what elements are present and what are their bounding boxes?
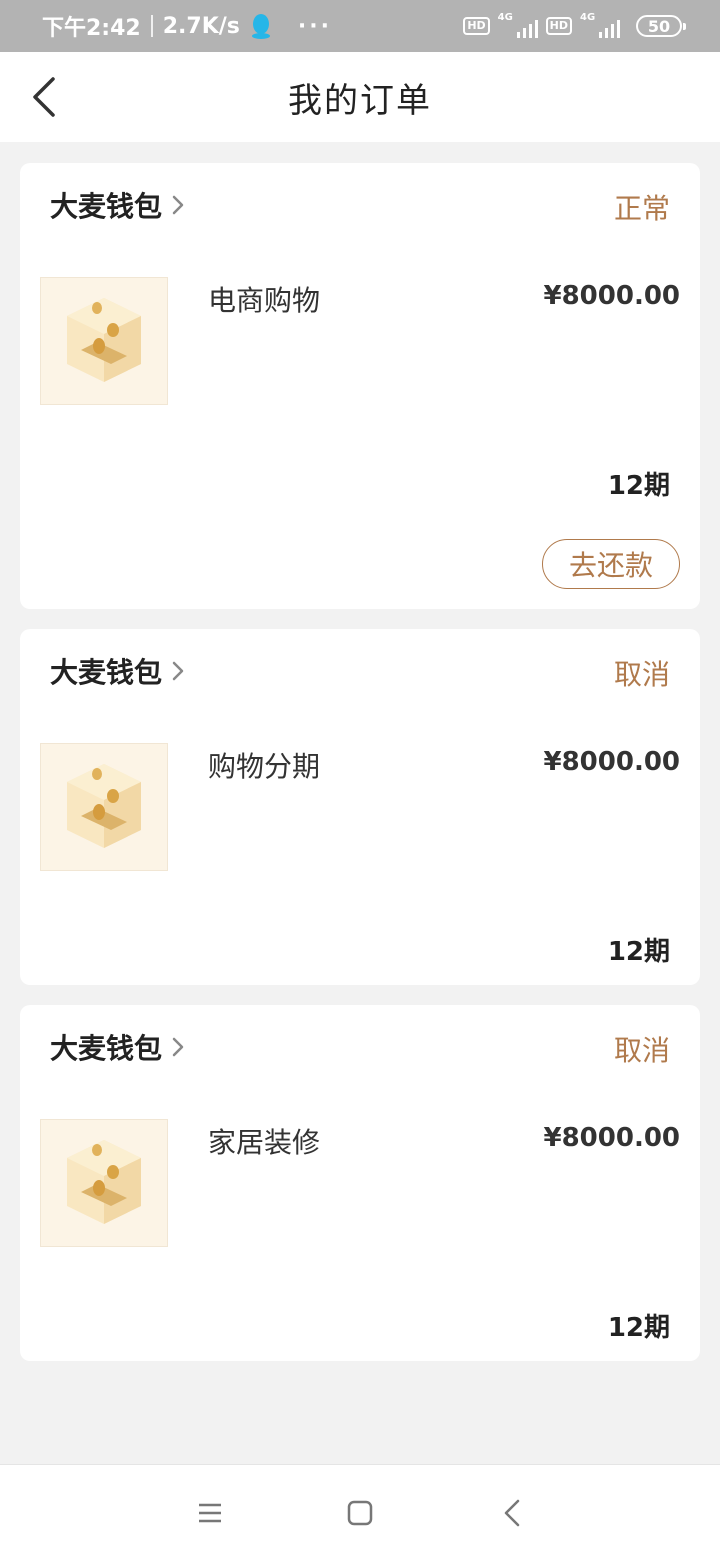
merchant-link[interactable]: 大麦钱包 xyxy=(50,185,184,225)
merchant-link[interactable]: 大麦钱包 xyxy=(50,651,184,691)
coin-box-icon xyxy=(67,298,141,382)
qq-icon xyxy=(250,13,272,39)
merchant-name: 大麦钱包 xyxy=(50,656,163,689)
battery-icon: 50 xyxy=(636,15,686,37)
repay-button[interactable]: 去还款 xyxy=(542,539,680,589)
merchant-link[interactable]: 大麦钱包 xyxy=(50,1027,184,1067)
signal-label-2: 4G xyxy=(580,12,596,23)
signal-label-1: 4G xyxy=(497,12,513,23)
hd-badge-2: HD xyxy=(545,17,572,35)
chevron-left-icon xyxy=(33,77,55,117)
chevron-right-icon xyxy=(172,1037,184,1057)
installment-period: 12期 xyxy=(607,471,670,501)
merchant-name: 大麦钱包 xyxy=(50,190,163,223)
order-card[interactable]: 大麦钱包 取消 家居装修 ¥8000.00 12期 xyxy=(20,1005,700,1361)
order-card[interactable]: 大麦钱包 正常 电商购物 ¥8000.00 12期 去还款 xyxy=(20,163,700,609)
order-status: 正常 xyxy=(613,192,670,225)
order-price: ¥8000.00 xyxy=(543,1123,680,1153)
back-icon xyxy=(504,1499,520,1527)
installment-period: 12期 xyxy=(607,937,670,967)
nav-home-button[interactable] xyxy=(338,1491,382,1535)
network-speed: 2.7K/s xyxy=(162,13,240,39)
back-button[interactable] xyxy=(24,74,64,120)
system-nav-bar xyxy=(0,1464,720,1560)
product-thumbnail xyxy=(40,743,168,871)
status-bar: 下午2:42 2.7K/s ··· HD 4G HD 4G 50 xyxy=(0,0,720,52)
installment-period: 12期 xyxy=(607,1313,670,1343)
menu-icon xyxy=(199,1503,221,1523)
page-header: 我的订单 xyxy=(0,52,720,142)
page-title: 我的订单 xyxy=(288,80,432,121)
product-thumbnail xyxy=(40,1119,168,1247)
chevron-right-icon xyxy=(172,195,184,215)
order-card[interactable]: 大麦钱包 取消 购物分期 ¥8000.00 12期 xyxy=(20,629,700,985)
more-notifications-icon: ··· xyxy=(297,13,332,39)
coin-box-icon xyxy=(67,1140,141,1224)
nav-back-button[interactable] xyxy=(490,1491,534,1535)
order-price: ¥8000.00 xyxy=(543,747,680,777)
signal-icon-2: 4G xyxy=(580,12,620,38)
product-name: 电商购物 xyxy=(208,284,321,317)
chevron-right-icon xyxy=(172,661,184,681)
coin-box-icon xyxy=(67,764,141,848)
status-time: 下午2:42 xyxy=(42,16,141,41)
order-status: 取消 xyxy=(613,1034,670,1067)
battery-level: 50 xyxy=(647,16,671,36)
status-left: 下午2:42 2.7K/s ··· xyxy=(42,10,332,42)
product-thumbnail xyxy=(40,277,168,405)
signal-icon-1: 4G xyxy=(497,12,538,38)
order-price: ¥8000.00 xyxy=(543,281,680,311)
home-square-icon xyxy=(347,1500,373,1526)
merchant-name: 大麦钱包 xyxy=(50,1032,163,1065)
status-separator xyxy=(150,15,153,37)
order-status: 取消 xyxy=(613,658,670,691)
hd-badge-1: HD xyxy=(463,17,490,35)
status-right: HD 4G HD 4G 50 xyxy=(463,12,686,38)
product-name: 家居装修 xyxy=(208,1126,321,1159)
nav-menu-button[interactable] xyxy=(188,1491,232,1535)
product-name: 购物分期 xyxy=(208,750,321,783)
